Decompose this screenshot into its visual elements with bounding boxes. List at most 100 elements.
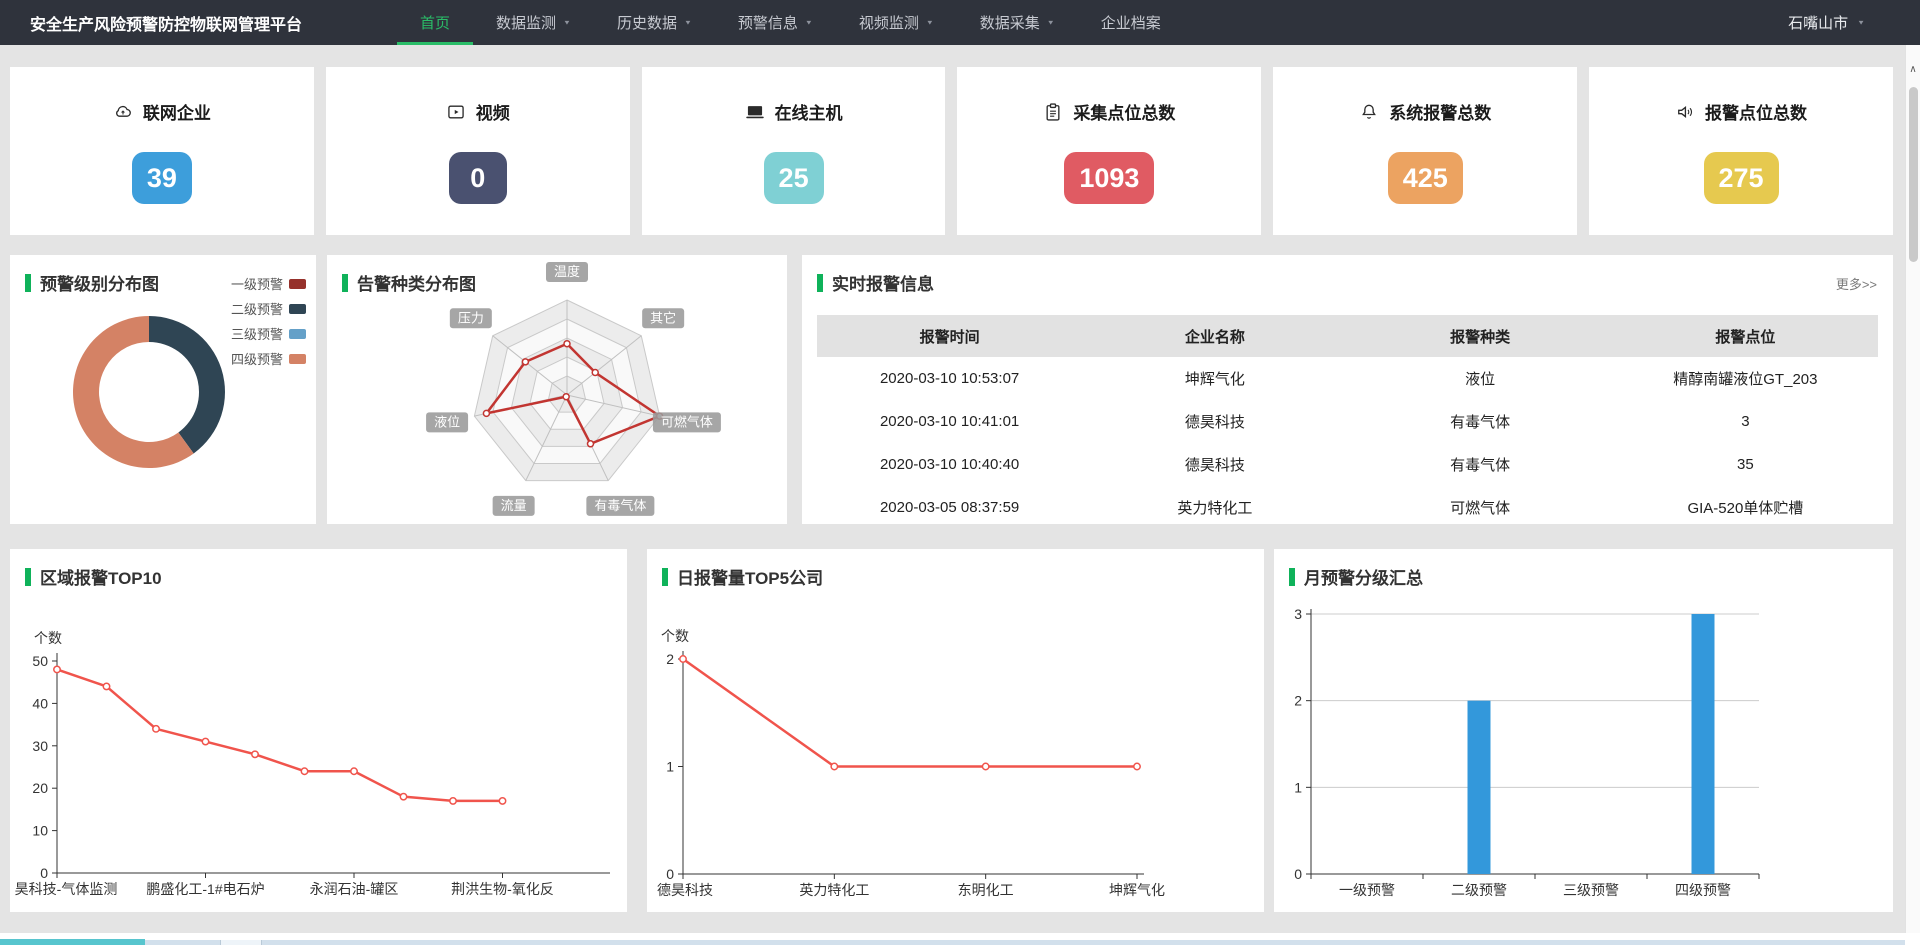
nav-warning-info[interactable]: 预警信息 ▼ [715,0,836,45]
svg-text:二级预警: 二级预警 [1451,882,1507,898]
alarm-type-radar-chart[interactable]: 温度其它可燃气体有毒气体流量液位压力 [327,255,787,524]
svg-text:可燃气体: 可燃气体 [661,414,713,429]
nav-history-data[interactable]: 历史数据 ▼ [594,0,715,45]
nav-video-monitoring[interactable]: 视频监测 ▼ [836,0,957,45]
svg-text:荆洪生物-氧化反: 荆洪生物-氧化反 [451,881,554,897]
svg-text:50: 50 [32,653,48,669]
region-selector[interactable]: 石嘴山市 ▼ [1788,0,1865,45]
svg-text:10: 10 [32,823,48,839]
panel-region-top10: 区域报警TOP10 个数01020304050昊科技-气体监测鹏盛化工-1#电石… [10,549,627,912]
chevron-down-icon: ▼ [684,19,692,26]
svg-text:0: 0 [1294,866,1302,882]
daily-top5-line-chart[interactable]: 个数012德昊科技英力特化工东明化工坤辉气化 [647,579,1264,912]
panel-title: 预警级别分布图 [40,270,159,295]
panel-warning-level-pie: 预警级别分布图 一级预警二级预警三级预警四级预警 [10,255,316,524]
horizontal-scrollbar-track[interactable] [0,940,1905,945]
svg-text:1: 1 [666,759,674,775]
stat-label: 视频 [476,99,510,124]
cloud-network-icon [113,102,133,122]
bell-icon [1359,102,1379,122]
nav-data-monitoring[interactable]: 数据监测 ▼ [473,0,594,45]
svg-text:2: 2 [1294,693,1302,709]
legend-label: 一级预警 [231,274,283,293]
monthly-level-bar-chart[interactable]: 0123一级预警二级预警三级预警四级预警 [1274,579,1893,912]
table-row[interactable]: 2020-03-10 10:41:01德昊科技有毒气体3 [817,400,1878,443]
stat-label: 在线主机 [775,99,843,124]
region-label: 石嘴山市 [1788,12,1848,33]
svg-text:1: 1 [1294,779,1302,795]
stat-value-badge: 0 [449,152,507,204]
legend-label: 三级预警 [231,324,283,343]
svg-text:有毒气体: 有毒气体 [594,498,646,513]
stat-cards-row: 联网企业 39 视频 0 在线主机 25 [10,67,1893,235]
more-link[interactable]: 更多>> [1836,274,1877,293]
realtime-alarm-table: 报警时间 企业名称 报警种类 报警点位 2020-03-10 10:53:07坤… [817,315,1878,529]
video-icon [446,102,466,122]
legend-label: 二级预警 [231,299,283,318]
stat-value-badge: 39 [132,152,192,204]
title-accent-bar [817,274,823,292]
panel-alarm-type-radar: 告警种类分布图 温度其它可燃气体有毒气体流量液位压力 [327,255,787,524]
svg-text:30: 30 [32,738,48,754]
region-top10-line-chart[interactable]: 个数01020304050昊科技-气体监测鹏盛化工-1#电石炉永润石油-罐区荆洪… [10,579,627,912]
title-accent-bar [25,274,31,292]
chevron-down-icon: ▼ [563,19,571,26]
horizontal-scrollbar-grip[interactable] [220,940,262,945]
scroll-up-arrow-icon[interactable]: ∧ [1906,65,1920,75]
nav-history-data-label: 历史数据 [617,12,677,33]
nav-video-monitoring-label: 视频监测 [859,12,919,33]
panel-title: 区域报警TOP10 [40,564,162,589]
table-row[interactable]: 2020-03-05 08:37:59英力特化工可燃气体GIA-520单体贮槽 [817,486,1878,529]
clipboard-icon [1043,102,1063,122]
legend-swatch [289,354,306,364]
stat-card-alarm-points: 报警点位总数 275 [1589,67,1893,235]
svg-text:东明化工: 东明化工 [958,882,1014,898]
chevron-down-icon: ▼ [805,19,813,26]
svg-text:鹏盛化工-1#电石炉: 鹏盛化工-1#电石炉 [146,881,264,897]
legend-item[interactable]: 四级预警 [231,346,306,371]
table-row[interactable]: 2020-03-10 10:53:07坤辉气化液位精醇南罐液位GT_203 [817,357,1878,400]
legend-item[interactable]: 三级预警 [231,321,306,346]
chevron-down-icon: ▼ [1047,19,1055,26]
svg-text:英力特化工: 英力特化工 [799,882,869,898]
col-enterprise-name: 企业名称 [1082,315,1347,357]
nav-data-collection[interactable]: 数据采集 ▼ [957,0,1078,45]
svg-text:个数: 个数 [661,628,689,644]
svg-text:一级预警: 一级预警 [1339,882,1395,898]
stat-card-online-hosts: 在线主机 25 [642,67,946,235]
horizontal-scrollbar-thumb[interactable] [0,939,145,945]
stat-value-badge: 425 [1388,152,1463,204]
legend-item[interactable]: 一级预警 [231,271,306,296]
svg-text:0: 0 [666,866,674,882]
svg-text:三级预警: 三级预警 [1563,882,1619,898]
table-cell: 2020-03-10 10:40:40 [817,443,1082,486]
table-cell: 坤辉气化 [1082,357,1347,400]
stat-card-connected-enterprises: 联网企业 39 [10,67,314,235]
table-cell: GIA-520单体贮槽 [1613,486,1878,529]
table-cell: 2020-03-10 10:41:01 [817,400,1082,443]
radar-axis-label: 温度 [546,262,588,282]
app-title: 安全生产风险预警防控物联网管理平台 [30,11,302,35]
nav-enterprise-archive[interactable]: 企业档案 [1078,0,1184,45]
table-cell: 3 [1613,400,1878,443]
legend-label: 四级预警 [231,349,283,368]
table-cell: 精醇南罐液位GT_203 [1613,357,1878,400]
legend-item[interactable]: 二级预警 [231,296,306,321]
svg-text:0: 0 [40,865,48,881]
top-navbar: 安全生产风险预警防控物联网管理平台 首页 数据监测 ▼ 历史数据 ▼ 预警信息 … [0,0,1920,45]
svg-text:压力: 压力 [458,310,484,325]
stat-value-badge: 275 [1704,152,1779,204]
svg-text:2: 2 [666,651,674,667]
nav-home[interactable]: 首页 [397,0,473,45]
nav-data-monitoring-label: 数据监测 [496,12,556,33]
col-alarm-type: 报警种类 [1348,315,1613,357]
table-cell: 英力特化工 [1082,486,1347,529]
title-accent-bar [1289,568,1295,586]
vertical-scrollbar[interactable]: ∧ [1905,45,1920,945]
vertical-scrollbar-thumb[interactable] [1909,87,1918,262]
table-row[interactable]: 2020-03-10 10:40:40德昊科技有毒气体35 [817,443,1878,486]
svg-text:20: 20 [32,780,48,796]
nav-enterprise-archive-label: 企业档案 [1101,12,1161,33]
svg-text:坤辉气化: 坤辉气化 [1109,882,1165,898]
stat-label: 报警点位总数 [1705,99,1807,124]
